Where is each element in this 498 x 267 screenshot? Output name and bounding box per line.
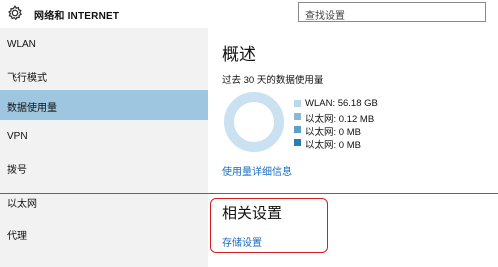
legend-text: 以太网: 0 MB (305, 127, 361, 138)
sidebar-item-label: 飞行模式 (7, 73, 47, 84)
sidebar: WLAN 飞行模式 数据使用量 VPN 拨号 以太网 代理 (0, 28, 208, 267)
sidebar-item-label: VPN (7, 131, 28, 142)
usage-details-link[interactable]: 使用量详细信息 (222, 163, 292, 178)
title-bar: 网络和 INTERNET 查找设置 (0, 0, 498, 28)
legend-item: 以太网: 0 MB (294, 124, 494, 138)
legend-item: 以太网: 0 MB (294, 137, 494, 151)
search-input[interactable]: 查找设置 (298, 2, 486, 22)
usage-period-note: 过去 30 天的数据使用量 (222, 75, 324, 86)
sidebar-item-data-usage[interactable]: 数据使用量 (0, 90, 208, 120)
sidebar-item-ethernet[interactable]: 以太网 (0, 186, 208, 216)
data-usage-donut-chart (224, 92, 284, 152)
legend-swatch (294, 113, 301, 120)
sidebar-item-label: 代理 (7, 231, 27, 242)
gear-icon (8, 5, 23, 21)
related-settings-heading: 相关设置 (222, 205, 283, 222)
donut-segment-wlan (224, 92, 284, 152)
legend-swatch (294, 126, 301, 133)
search-placeholder: 查找设置 (305, 11, 345, 22)
annotation-divider-line (0, 193, 498, 194)
legend-text: 以太网: 0 MB (305, 140, 361, 151)
legend-item: WLAN: 56.18 GB (294, 98, 494, 111)
usage-legend: WLAN: 56.18 GB 以太网: 0.12 MB 以太网: 0 MB 以太… (294, 98, 494, 151)
sidebar-item-dialup[interactable]: 拨号 (0, 152, 208, 182)
sidebar-item-label: WLAN (7, 39, 36, 50)
sidebar-item-airplane-mode[interactable]: 飞行模式 (0, 60, 208, 90)
sidebar-item-proxy[interactable]: 代理 (0, 218, 208, 248)
page-title: 概述 (222, 45, 256, 64)
app-title: 网络和 INTERNET (34, 11, 120, 22)
sidebar-item-wlan[interactable]: WLAN (0, 30, 208, 60)
sidebar-item-vpn[interactable]: VPN (0, 122, 208, 152)
legend-swatch (294, 100, 301, 107)
sidebar-item-label: 数据使用量 (7, 103, 57, 114)
legend-text: WLAN: 56.18 GB (305, 98, 378, 109)
storage-settings-link[interactable]: 存储设置 (222, 234, 262, 249)
legend-item: 以太网: 0.12 MB (294, 111, 494, 125)
sidebar-item-label: 以太网 (7, 199, 37, 210)
legend-swatch (294, 139, 301, 146)
sidebar-item-label: 拨号 (7, 165, 27, 176)
legend-text: 以太网: 0.12 MB (305, 114, 375, 125)
